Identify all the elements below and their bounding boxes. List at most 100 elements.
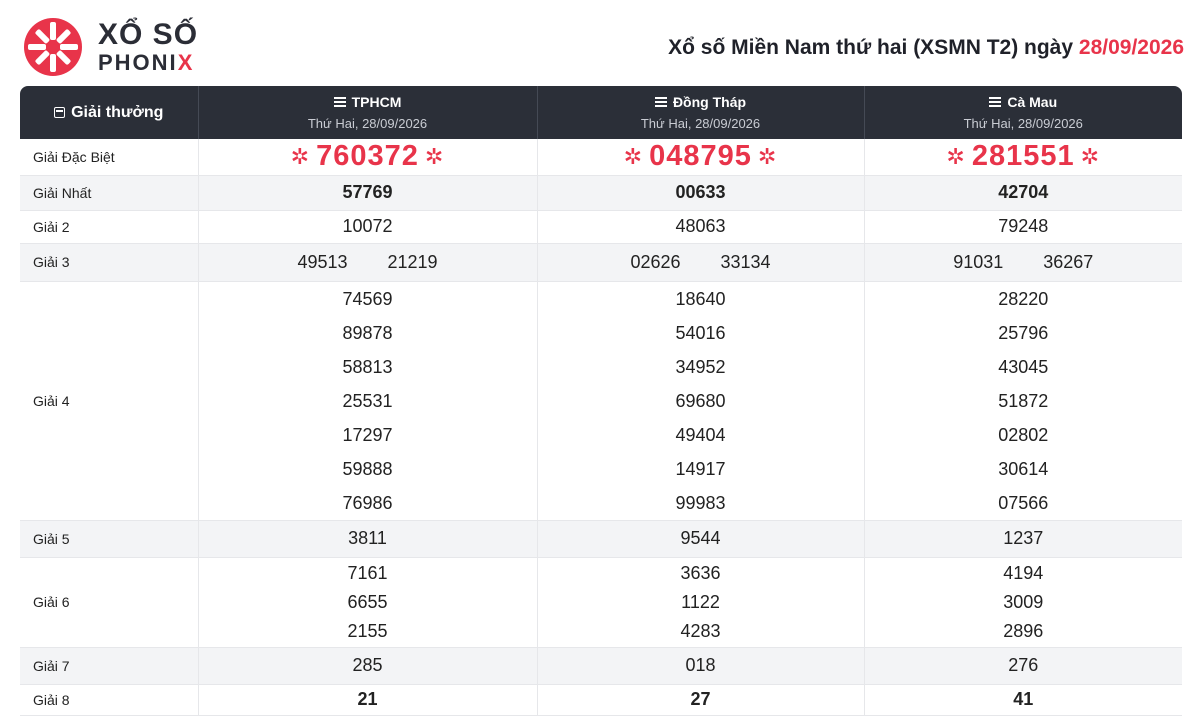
result-number: 74569 [342,288,393,309]
result-cell: 74569 89878 58813 25531 17297 59888 7698… [198,281,538,521]
prize-label: Giải 4 [20,281,199,521]
result-number: 57769 [198,175,538,211]
result-cell: ✲ 048795 ✲ [537,139,865,176]
result-number: 48063 [537,210,865,244]
province-name: Cà Mau [1007,94,1058,110]
list-icon [989,97,1002,107]
logo-line1: XỔ SỐ [98,18,199,51]
list-icon [654,97,667,107]
result-number: 25796 [998,322,1049,343]
logo-line2: PHONIX [98,52,198,74]
result-number: 7161 [347,562,388,583]
calendar-icon [54,107,66,118]
list-icon [333,97,346,107]
result-number: 3636 [680,562,721,583]
result-number: 2896 [1003,620,1044,641]
result-number: 276 [864,647,1182,685]
result-number: 2155 [347,620,388,641]
result-number: 1122 [681,591,720,612]
logo-wordmark: XỔ SỐ PHONIX [98,20,198,74]
prize-label: Giải 3 [20,243,199,282]
result-cell: 7161 6655 2155 [198,557,538,648]
province-date: Thứ Hai, 28/09/2026 [640,116,761,131]
special-number: 048795 [649,140,752,173]
result-cell: 91031 36267 [864,243,1182,282]
result-number: 49513 [297,251,348,272]
page-title: Xổ số Miền Nam thứ hai (XSMN T2) ngày 28… [668,36,1184,60]
asterisk-icon: ✲ [424,143,445,169]
province-name: TPHCM [351,94,402,110]
result-number: 3009 [1003,591,1044,612]
header-province-2[interactable]: Đồng Tháp Thứ Hai, 28/09/2026 [537,86,865,139]
result-number: 42704 [864,175,1182,211]
result-number: 21 [198,684,538,716]
result-cell: 3636 1122 4283 [537,557,865,648]
result-number: 59888 [342,458,393,479]
result-cell: ✲ 760372 ✲ [198,139,538,176]
result-number: 89878 [342,322,393,343]
result-number: 30614 [998,458,1049,479]
result-number: 4194 [1003,562,1044,583]
result-number: 17297 [342,424,393,445]
asterisk-icon: ✲ [757,143,778,169]
result-cell: 4194 3009 2896 [864,557,1182,648]
result-number: 33134 [720,251,771,272]
site-logo[interactable]: XỔ SỐ PHONIX [22,14,212,80]
result-number: 41 [864,684,1182,716]
province-name: Đồng Tháp [672,94,747,110]
result-number: 36267 [1043,251,1094,272]
header-prize-label: Giải thưởng [71,103,164,121]
result-number: 43045 [998,356,1049,377]
result-number: 4283 [680,620,721,641]
special-number: 281551 [971,140,1075,173]
prize-label: Giải Đặc Biệt [20,139,199,176]
result-number: 02802 [998,424,1049,445]
result-number: 69680 [675,390,726,411]
province-date: Thứ Hai, 28/09/2026 [307,116,428,131]
asterisk-icon: ✲ [290,143,311,169]
result-number: 51872 [998,390,1049,411]
logo-line2-accent: X [177,50,195,75]
row-giai-nhat: Giải Nhất 57769 00633 42704 [20,175,1182,211]
result-number: 10072 [198,210,538,244]
result-number: 91031 [953,251,1004,272]
header-province-1[interactable]: TPHCM Thứ Hai, 28/09/2026 [198,86,538,139]
row-giai-3: Giải 3 49513 21219 02626 33134 91031 36267 [20,243,1182,282]
result-number: 00633 [537,175,865,211]
row-giai-2: Giải 2 10072 48063 79248 [20,210,1182,244]
row-giai-7: Giải 7 285 018 276 [20,647,1182,685]
page-title-date: 28/09/2026 [1078,36,1184,59]
asterisk-icon: ✲ [623,143,644,169]
province-date: Thứ Hai, 28/09/2026 [963,116,1083,131]
phonix-logo-icon [24,18,82,76]
asterisk-icon: ✲ [1080,143,1101,169]
result-number: 18640 [675,288,726,309]
prize-label: Giải Nhất [20,175,199,211]
result-number: 018 [537,647,865,685]
row-giai-8: Giải 8 21 27 41 [20,684,1182,716]
result-number: 25531 [342,390,393,411]
result-cell: 49513 21219 [198,243,538,282]
result-number: 79248 [864,210,1182,244]
results-table: Giải thưởng TPHCM Thứ Hai, 28/09/2026 Đồ… [20,86,1182,716]
result-number: 28220 [998,288,1049,309]
result-number: 02626 [630,251,681,272]
row-giai-5: Giải 5 3811 9544 1237 [20,520,1182,558]
result-cell: ✲ 281551 ✲ [864,139,1182,176]
result-number: 1237 [864,520,1182,558]
result-number: 49404 [675,424,726,445]
result-number: 21219 [387,251,438,272]
special-number: 760372 [316,140,419,173]
asterisk-icon: ✲ [946,143,966,169]
result-number: 14917 [675,458,726,479]
header-province-3[interactable]: Cà Mau Thứ Hai, 28/09/2026 [864,86,1182,139]
result-number: 34952 [675,356,726,377]
prize-label: Giải 7 [20,647,199,685]
result-number: 58813 [342,356,393,377]
result-number: 07566 [998,492,1049,513]
result-number: 54016 [675,322,726,343]
prize-label: Giải 2 [20,210,199,244]
result-number: 99983 [675,492,726,513]
result-cell: 02626 33134 [537,243,865,282]
prize-label: Giải 6 [20,557,199,648]
